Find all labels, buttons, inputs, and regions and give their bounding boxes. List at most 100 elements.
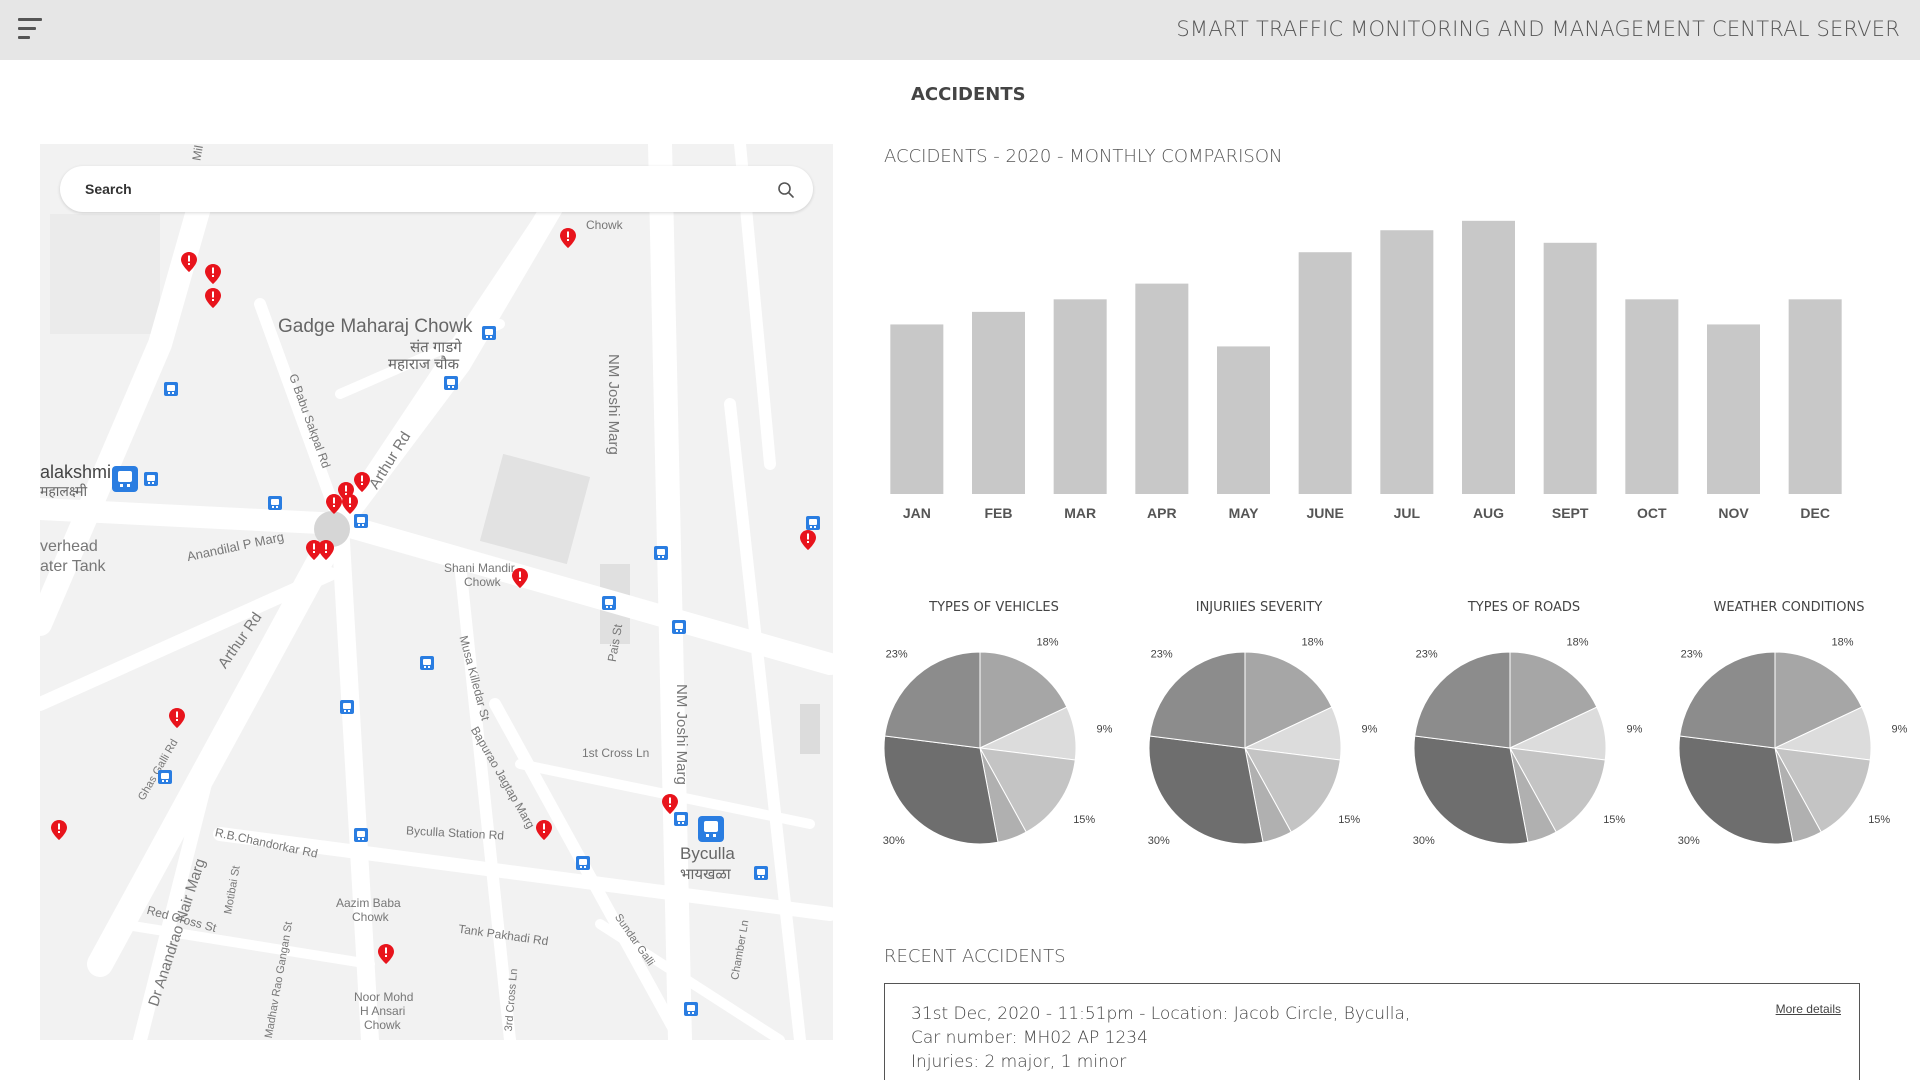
pie-slice-label: 23% <box>1151 648 1173 660</box>
bar-category-label: SEPT <box>1552 505 1589 521</box>
bar <box>1298 252 1352 494</box>
pie-chart: 18%9%15%5%30%23% <box>1678 637 1908 847</box>
pie-title: INJURIIES SEVERITY <box>1195 600 1323 615</box>
accident-pin-icon[interactable] <box>181 252 197 272</box>
accident-summary: 31st Dec, 2020 - 11:51pm - Location: Jac… <box>911 1004 1411 1024</box>
map-search-bar <box>60 166 813 212</box>
accident-pin-icon[interactable] <box>318 540 334 560</box>
recent-accidents-title: RECENT ACCIDENTS <box>884 946 1066 967</box>
pie-slice-label: 18% <box>1566 637 1588 649</box>
pie-chart-weather: WEATHER CONDITIONS 18%9%15%5%30%23% <box>1659 600 1919 860</box>
accident-pin-icon[interactable] <box>800 530 816 550</box>
hamburger-icon[interactable] <box>18 18 42 42</box>
pie-slice-label: 18% <box>1036 637 1058 649</box>
pie-slice <box>1413 735 1529 845</box>
pie-chart-vehicles: TYPES OF VEHICLES 18%9%15%5%30%23% <box>864 600 1124 860</box>
bus-stop-icon <box>654 546 668 560</box>
map-label: ater Tank <box>40 558 106 575</box>
bus-stop-icon <box>340 700 354 714</box>
accident-pin-icon[interactable] <box>378 944 394 964</box>
pie-slice-label: 30% <box>1148 835 1170 847</box>
accident-pin-icon[interactable] <box>205 288 221 308</box>
accident-car-number: Car number: MH02 AP 1234 <box>911 1028 1148 1048</box>
accident-pin-icon[interactable] <box>169 708 185 728</box>
map-label: Byculla <box>680 844 735 863</box>
pie-title: WEATHER CONDITIONS <box>1713 600 1865 615</box>
pie-slice <box>1149 651 1246 749</box>
map-label: Chowk <box>586 218 623 232</box>
bus-stop-icon <box>268 496 282 510</box>
pie-slice-label: 30% <box>1413 835 1435 847</box>
bar <box>1625 299 1679 494</box>
map-label: Chowk <box>352 910 389 924</box>
map-label: NM Joshi Marg <box>673 684 690 785</box>
map-label: Chowk <box>364 1018 401 1032</box>
map-label: महालक्ष्मी <box>40 483 88 499</box>
bus-stop-icon <box>444 376 458 390</box>
map-label: NM Joshi Marg <box>605 354 622 455</box>
map-label: Shani Mandir <box>444 561 515 575</box>
monthly-bar-chart: JAN FEB MAR APR MAY JUNE JUL AUG SEPT OCT NOV DEC <box>890 220 1842 521</box>
map-label: 1st Cross Ln <box>582 746 650 760</box>
more-details-link[interactable]: More details <box>1776 1002 1841 1016</box>
pie-slice-label: 23% <box>886 648 908 660</box>
train-station-icon <box>698 816 724 842</box>
bar-category-label: JAN <box>903 505 931 521</box>
accident-pin-icon[interactable] <box>512 568 528 588</box>
accident-pin-icon[interactable] <box>51 820 67 840</box>
accident-pin-icon[interactable] <box>326 494 342 514</box>
pie-slice-label: 15% <box>1603 814 1625 826</box>
bar <box>1135 283 1189 494</box>
bar-category-label: MAY <box>1229 505 1259 521</box>
bus-stop-icon <box>806 516 820 530</box>
pie-slice-label: 18% <box>1831 637 1853 649</box>
recent-accident-card: 31st Dec, 2020 - 11:51pm - Location: Jac… <box>884 983 1860 1080</box>
accident-pin-icon[interactable] <box>536 820 552 840</box>
pie-slice-label: 9% <box>1626 723 1642 735</box>
pie-slice-label: 9% <box>1361 723 1377 735</box>
bar-category-label: AUG <box>1473 505 1504 521</box>
bar-category-label: JUNE <box>1306 505 1343 521</box>
pie-slice-label: 9% <box>1891 723 1907 735</box>
bus-stop-icon <box>158 770 172 784</box>
bar <box>1053 299 1107 494</box>
bus-stop-icon <box>672 620 686 634</box>
bar <box>890 324 944 494</box>
pie-slice-label: 30% <box>883 835 905 847</box>
map-search-input[interactable] <box>85 178 735 200</box>
bar <box>1217 346 1270 494</box>
bus-stop-icon <box>754 866 768 880</box>
bar <box>1543 242 1597 494</box>
search-icon[interactable] <box>777 181 795 199</box>
bus-stop-icon <box>482 326 496 340</box>
bar <box>1707 324 1760 494</box>
map-label: alakshmi <box>40 462 112 482</box>
bus-stop-icon <box>576 856 590 870</box>
accident-pin-icon[interactable] <box>342 494 358 514</box>
train-station-icon <box>112 466 138 492</box>
bar-category-label: JUL <box>1394 505 1421 521</box>
bar-category-label: FEB <box>985 505 1013 521</box>
bar-category-label: NOV <box>1718 505 1749 521</box>
bus-stop-icon <box>354 828 368 842</box>
map-label: भायखळा <box>680 866 731 883</box>
bar-category-label: DEC <box>1800 505 1830 521</box>
accident-pin-icon[interactable] <box>354 472 370 492</box>
bar <box>1380 230 1434 495</box>
accident-pin-icon[interactable] <box>205 264 221 284</box>
bar-category-label: MAR <box>1064 505 1096 521</box>
accident-pin-icon[interactable] <box>662 794 678 814</box>
accident-map[interactable]: Gadge Maharaj Chowk संत गाडगे महाराज चौक… <box>40 144 833 1040</box>
pie-slice <box>1148 735 1264 845</box>
pie-slice-label: 9% <box>1096 723 1112 735</box>
pie-slice <box>1679 651 1776 749</box>
bar-chart-title: ACCIDENTS - 2020 - MONTHLY COMPARISON <box>884 146 1283 167</box>
bus-stop-icon <box>684 1002 698 1016</box>
accident-pin-icon[interactable] <box>560 228 576 248</box>
bar-category-label: OCT <box>1637 505 1667 521</box>
pie-slice-label: 23% <box>1416 648 1438 660</box>
pie-slice-label: 15% <box>1338 814 1360 826</box>
pie-slice <box>884 651 981 749</box>
pie-slice <box>883 735 999 845</box>
bus-stop-icon <box>144 472 158 486</box>
